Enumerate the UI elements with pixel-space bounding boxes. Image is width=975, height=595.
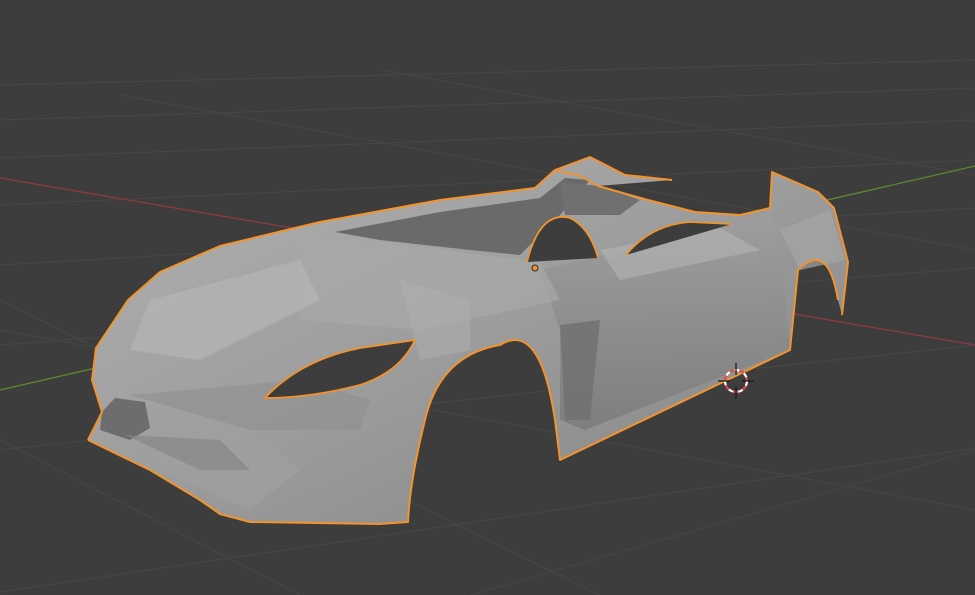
viewport-canvas[interactable] [0, 0, 975, 595]
object-origin-dot[interactable] [531, 264, 539, 272]
3d-viewport[interactable] [0, 0, 975, 595]
